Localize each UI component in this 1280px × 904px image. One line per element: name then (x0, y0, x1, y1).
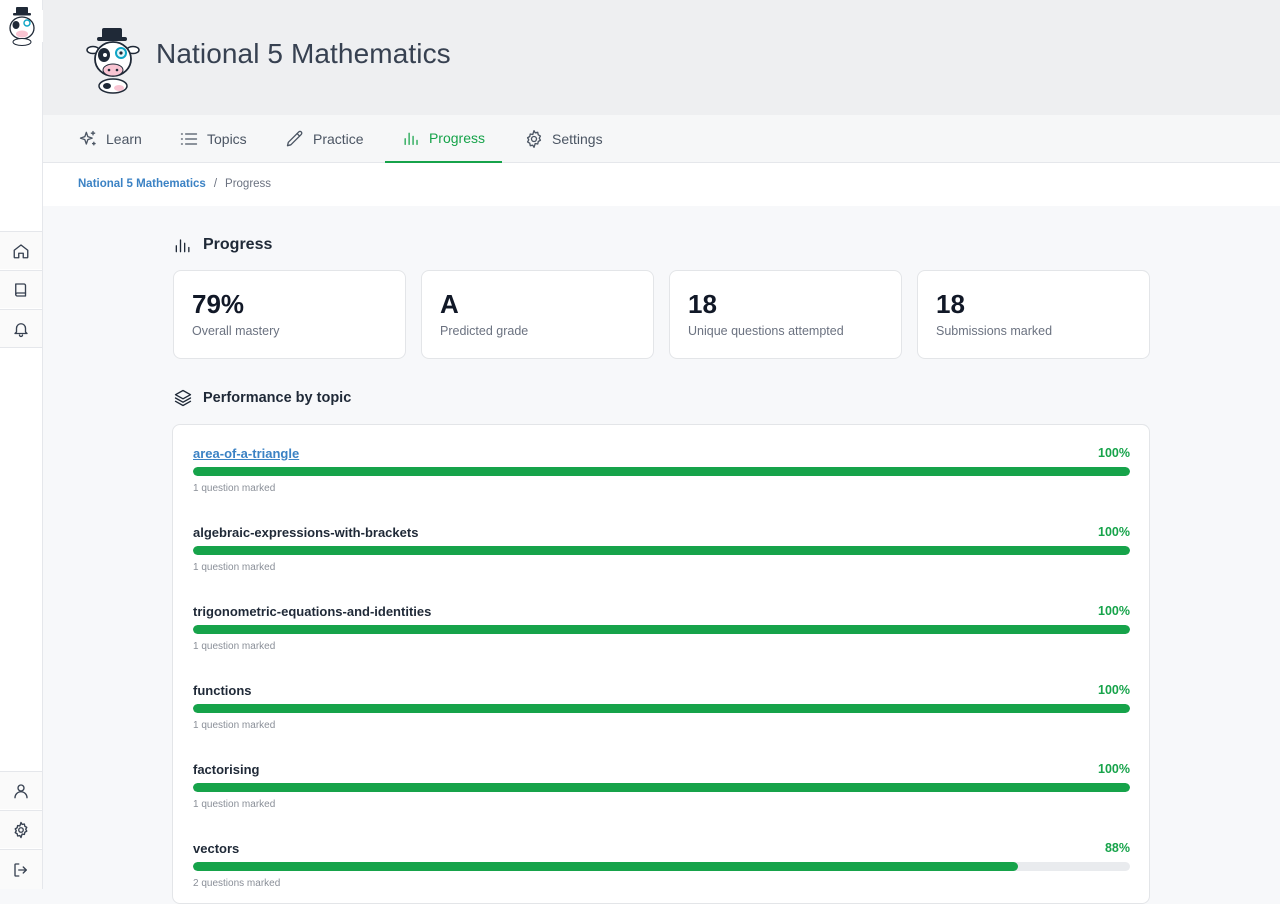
bar-chart-icon (175, 239, 190, 253)
topic-name[interactable]: area-of-a-triangle (193, 446, 299, 461)
topic-name: functions (193, 683, 252, 698)
stat-value: 79% (192, 289, 245, 319)
app-sidebar (0, 0, 43, 889)
topic-marked-count: 2 questions marked (193, 878, 281, 889)
rail-settings-button[interactable] (0, 810, 42, 848)
breadcrumb: National 5 Mathematics / Progress (78, 178, 271, 190)
topic-marked-count: 1 question marked (193, 641, 276, 652)
stat-value: 18 (936, 289, 965, 319)
topic-progress-fill (193, 704, 1130, 713)
user-icon (14, 783, 28, 798)
topic-marked-count: 1 question marked (193, 483, 276, 494)
topic-percent: 100% (1098, 604, 1130, 618)
rail-notifications-button[interactable] (0, 309, 42, 348)
topic-marked-count: 1 question marked (193, 562, 276, 573)
progress-title: Progress (203, 236, 273, 253)
rail-profile-button[interactable] (0, 771, 42, 809)
stat-card-mastery: 79% Overall mastery (173, 270, 406, 359)
bell-icon (14, 322, 28, 337)
tab-settings[interactable]: Settings (507, 115, 620, 162)
stat-label: Unique questions attempted (688, 324, 844, 338)
tab-progress[interactable]: Progress (385, 115, 502, 163)
rail-home-button[interactable] (0, 231, 42, 269)
stat-value: 18 (688, 289, 717, 319)
pencil-icon (286, 130, 303, 146)
performance-title: Performance by topic (203, 390, 352, 406)
topic-row: vectors 88% 2 questions marked (193, 841, 1130, 901)
sparkles-icon (79, 130, 96, 145)
tab-topics[interactable]: Topics (162, 115, 264, 162)
breadcrumb-course-link[interactable]: National 5 Mathematics (78, 178, 206, 190)
tab-progress-label: Progress (428, 130, 485, 146)
topic-progress-track (193, 783, 1130, 792)
topic-progress-track (193, 467, 1130, 476)
topic-progress-track (193, 862, 1130, 871)
stat-label: Overall mastery (192, 324, 280, 338)
topic-percent: 100% (1098, 446, 1130, 460)
topic-progress-fill (193, 783, 1130, 792)
progress-heading: Progress (173, 235, 272, 255)
layers-icon (174, 389, 192, 407)
tab-learn[interactable]: Learn (61, 115, 159, 162)
topic-name: factorising (193, 762, 260, 777)
stat-label: Predicted grade (440, 324, 529, 338)
stat-label: Submissions marked (936, 324, 1053, 338)
course-tabs: Learn Topics Practice Progress Settings (43, 115, 1280, 163)
topic-progress-fill (193, 467, 1130, 476)
list-icon (180, 132, 198, 145)
course-title: National 5 Mathematics (156, 38, 451, 69)
tab-practice[interactable]: Practice (268, 115, 381, 162)
topic-name: trigonometric-equations-and-identities (193, 604, 432, 619)
breadcrumb-current: Progress (225, 178, 272, 190)
breadcrumb-separator: / (213, 178, 218, 190)
topic-progress-track (193, 625, 1130, 634)
topic-name: algebraic-expressions-with-brackets (193, 525, 419, 540)
home-icon (13, 243, 29, 258)
book-icon (15, 282, 27, 297)
performance-heading: Performance by topic (173, 388, 351, 408)
topic-progress-fill (193, 625, 1130, 634)
topic-percent: 100% (1098, 683, 1130, 697)
topic-row: functions 100% 1 question marked (193, 683, 1130, 743)
cow-mascot-icon (86, 28, 140, 94)
topic-percent: 100% (1098, 762, 1130, 776)
tab-settings-label: Settings (552, 130, 603, 147)
topic-percent: 100% (1098, 525, 1130, 539)
course-header: National 5 Mathematics (43, 0, 1280, 115)
topic-progress-track (193, 704, 1130, 713)
topic-row: algebraic-expressions-with-brackets 100%… (193, 525, 1130, 585)
topic-name: vectors (193, 841, 240, 856)
breadcrumb-bar: National 5 Mathematics / Progress (43, 163, 1280, 206)
topic-progress-track (193, 546, 1130, 555)
topic-progress-fill (193, 862, 1018, 871)
topic-performance-card: area-of-a-triangle 100% 1 question marke… (172, 424, 1150, 904)
topic-row: factorising 100% 1 question marked (193, 762, 1130, 822)
gear-icon (526, 129, 542, 148)
cow-logo-icon[interactable] (5, 6, 39, 46)
topic-percent: 88% (1104, 841, 1130, 855)
topic-marked-count: 1 question marked (193, 720, 276, 731)
logout-icon (14, 862, 27, 877)
stat-card-attempted: 18 Unique questions attempted (669, 270, 902, 359)
rail-book-button[interactable] (0, 270, 42, 308)
stat-card-submissions: 18 Submissions marked (917, 270, 1150, 359)
topic-row: trigonometric-equations-and-identities 1… (193, 604, 1130, 664)
stat-card-grade: A Predicted grade (421, 270, 654, 359)
stat-value: A (440, 289, 459, 319)
topic-progress-fill (193, 546, 1130, 555)
topic-row: area-of-a-triangle 100% 1 question marke… (193, 446, 1130, 506)
bar-chart-icon (404, 132, 418, 145)
topic-marked-count: 1 question marked (193, 799, 276, 810)
tab-topics-label: Topics (207, 130, 247, 147)
rail-logout-button[interactable] (0, 849, 42, 889)
gear-icon (14, 821, 28, 838)
tab-learn-label: Learn (106, 130, 142, 147)
tab-practice-label: Practice (313, 130, 364, 147)
